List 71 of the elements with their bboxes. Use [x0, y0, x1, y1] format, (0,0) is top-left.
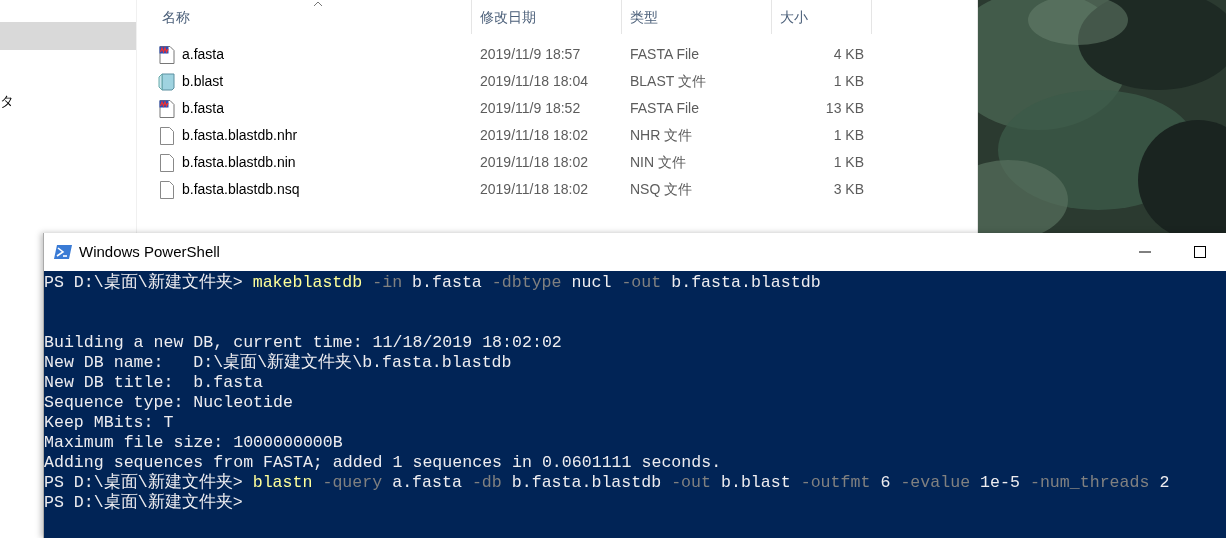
- console-prompt: PS D:\桌面\新建文件夹>: [44, 273, 243, 293]
- minimize-icon: [1139, 251, 1151, 253]
- notepad-icon: [158, 72, 176, 91]
- modified-date: 2019/11/18 18:02: [479, 180, 589, 199]
- column-header[interactable]: 类型: [622, 0, 772, 34]
- file-size: 13 KB: [824, 99, 864, 118]
- file-type: NIN 文件: [629, 153, 687, 172]
- command-parameter: -query: [322, 473, 383, 493]
- modified-date: 2019/11/9 18:57: [479, 45, 582, 64]
- command-argument: b.fasta.blastdb: [671, 273, 821, 293]
- command-argument: b.fasta: [412, 273, 482, 293]
- nav-item[interactable]: [0, 22, 136, 50]
- file-type: FASTA File: [629, 99, 700, 118]
- command-command: makeblastdb: [252, 273, 363, 293]
- console-output: New DB title: b.fasta: [44, 373, 264, 392]
- file-name[interactable]: b.fasta: [182, 98, 225, 119]
- nav-item[interactable]: タ: [0, 87, 136, 115]
- file-name[interactable]: b.fasta.blastdb.nsq: [182, 179, 300, 200]
- console-prompt: PS D:\桌面\新建文件夹>: [44, 473, 243, 493]
- command-argument: 1e-5: [980, 473, 1020, 493]
- command-parameter: -outfmt: [800, 473, 871, 493]
- command-parameter: -db: [471, 473, 502, 493]
- file-name[interactable]: b.blast: [182, 71, 224, 92]
- console-output: Building a new DB, current time: 11/18/2019 18:02:02: [44, 333, 562, 352]
- command-parameter: -in: [372, 273, 403, 293]
- modified-date: 2019/11/9 18:52: [479, 99, 582, 118]
- console-prompt: PS D:\桌面\新建文件夹>: [44, 493, 243, 513]
- console-output: Adding sequences from FASTA; added 1 sequences in 0.0601111 seconds.: [44, 453, 722, 472]
- file-name[interactable]: b.fasta.blastdb.nin: [182, 152, 296, 173]
- column-header[interactable]: 大小: [772, 0, 872, 34]
- command-argument: b.fasta.blastdb: [511, 473, 662, 493]
- command-argument: nucl: [571, 273, 612, 293]
- maximize-icon: [1194, 246, 1206, 258]
- file-name[interactable]: a.fasta: [182, 44, 225, 65]
- console-output: Keep MBits: T: [44, 413, 174, 432]
- command-argument: 2: [1159, 473, 1170, 493]
- file-name[interactable]: b.fasta.blastdb.nhr: [182, 125, 298, 146]
- command-argument: a.fasta: [392, 473, 462, 493]
- modified-date: 2019/11/18 18:04: [479, 72, 589, 91]
- file-type: BLAST 文件: [629, 72, 707, 91]
- powershell-icon: [54, 245, 72, 259]
- command-parameter: -evalue: [900, 473, 971, 493]
- blank-file-icon: [160, 126, 174, 145]
- command-parameter: -out: [671, 473, 711, 493]
- modified-date: 2019/11/18 18:02: [479, 126, 589, 145]
- file-size: 3 KB: [832, 180, 864, 199]
- sort-caret-icon: [312, 1, 323, 7]
- file-type: FASTA File: [629, 45, 700, 64]
- command-argument: 6: [880, 473, 891, 493]
- document-icon: [159, 99, 175, 118]
- blank-file-icon: [160, 180, 174, 199]
- modified-date: 2019/11/18 18:02: [479, 153, 589, 172]
- file-size: 1 KB: [832, 126, 864, 145]
- command-parameter: -num_threads: [1029, 473, 1150, 493]
- file-type: NHR 文件: [629, 126, 694, 145]
- file-size: 1 KB: [832, 153, 864, 172]
- blank-file-icon: [160, 153, 174, 172]
- file-size: 4 KB: [832, 45, 864, 64]
- console-output: Sequence type: Nucleotide: [44, 393, 293, 412]
- column-header[interactable]: 修改日期: [472, 0, 622, 34]
- console-output: New DB name: D:\桌面\新建文件夹\b.fasta.blastdb: [44, 353, 512, 372]
- command-argument: b.blast: [721, 473, 791, 493]
- command-parameter: -dbtype: [491, 273, 562, 293]
- window-title: Windows PowerShell: [79, 241, 220, 262]
- file-type: NSQ 文件: [629, 180, 694, 199]
- console-output: Maximum file size: 1000000000B: [44, 433, 343, 452]
- document-icon: [159, 45, 175, 64]
- command-command: blastn: [252, 473, 313, 493]
- file-size: 1 KB: [832, 72, 864, 91]
- column-header[interactable]: 名称: [154, 0, 472, 34]
- command-parameter: -out: [621, 273, 662, 293]
